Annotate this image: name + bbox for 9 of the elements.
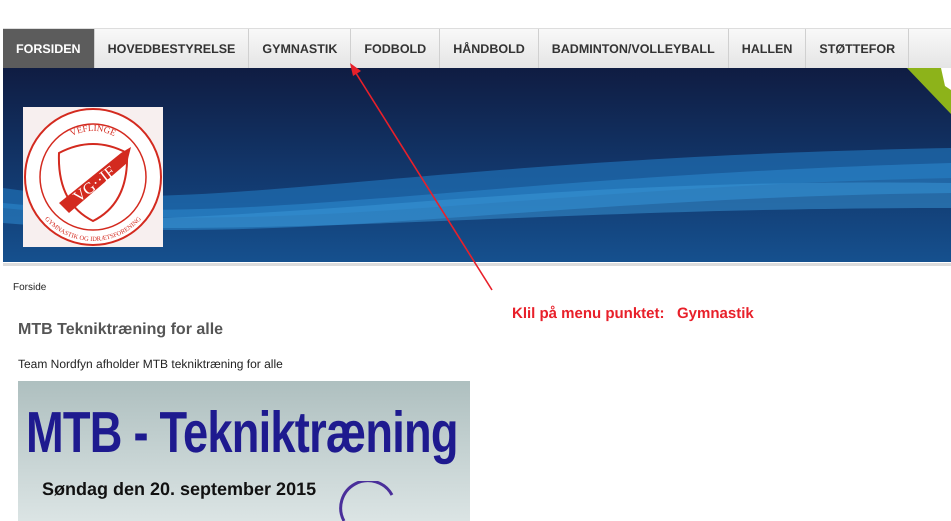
breadcrumb-link[interactable]: Forside [13, 282, 46, 293]
article-title: MTB Tekniktræning for alle [18, 321, 224, 339]
article-intro: Team Nordfyn afholder MTB tekniktræning for alle [18, 357, 284, 371]
annotation-label: Klil på menu punktet: Gymnastik [512, 305, 754, 322]
poster-date: Søndag den 20. september 2015 [42, 479, 316, 500]
team-logo-icon [336, 481, 396, 521]
corner-ribbon [907, 68, 951, 114]
poster-title: MTB - Tekniktræning [26, 399, 458, 466]
nav-tab[interactable]: FORSIDEN [3, 29, 95, 68]
